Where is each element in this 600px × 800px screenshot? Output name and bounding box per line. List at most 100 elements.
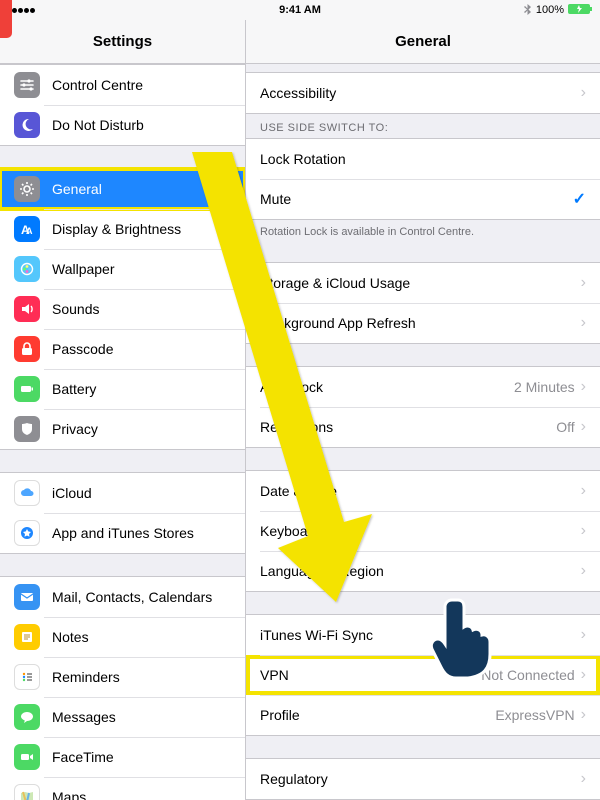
cell-label: Auto-Lock <box>260 379 514 395</box>
mail-icon <box>14 584 40 610</box>
battery-percentage: 100% <box>536 4 564 16</box>
svg-text:A: A <box>26 226 33 236</box>
cell-restrictions[interactable]: RestrictionsOff › <box>246 407 600 447</box>
sidebar-item-reminders[interactable]: Reminders <box>0 657 245 697</box>
checkmark-icon: ✓ <box>573 189 586 209</box>
sidebar-item-dnd[interactable]: Do Not Disturb <box>0 105 245 145</box>
chevron-right-icon: › <box>581 563 586 579</box>
chevron-right-icon: › <box>581 419 586 435</box>
reminders-icon <box>14 664 40 690</box>
icloud-icon <box>14 480 40 506</box>
sidebar-item-label: Privacy <box>52 421 231 437</box>
battery-icon <box>14 376 40 402</box>
cell-profile[interactable]: ProfileExpressVPN › <box>246 695 600 735</box>
sidebar-title: Settings <box>0 20 245 64</box>
cell-language-region[interactable]: Language & Region› <box>246 551 600 591</box>
passcode-icon <box>14 336 40 362</box>
cell-label: Lock Rotation <box>260 151 586 167</box>
sidebar-item-wallpaper[interactable]: Wallpaper <box>0 249 245 289</box>
cell-date-time[interactable]: Date & Time› <box>246 471 600 511</box>
sidebar-item-label: FaceTime <box>52 749 231 765</box>
sidebar-item-label: Notes <box>52 629 231 645</box>
chevron-right-icon: › <box>581 523 586 539</box>
detail-title: General <box>246 20 600 64</box>
sidebar-item-label: Control Centre <box>52 77 231 93</box>
display-icon: AA <box>14 216 40 242</box>
sidebar-item-general[interactable]: General <box>0 169 245 209</box>
cell-itunes-wi-fi-sync[interactable]: iTunes Wi-Fi Sync› <box>246 615 600 655</box>
sidebar-item-mail[interactable]: Mail, Contacts, Calendars <box>0 577 245 617</box>
appstore-icon <box>14 520 40 546</box>
cell-label: Profile <box>260 707 495 723</box>
cell-label: Restrictions <box>260 419 556 435</box>
sidebar-item-passcode[interactable]: Passcode <box>0 329 245 369</box>
sidebar-item-label: Messages <box>52 709 231 725</box>
sidebar-item-appstore[interactable]: App and iTunes Stores <box>0 513 245 553</box>
sidebar-item-facetime[interactable]: FaceTime <box>0 737 245 777</box>
dnd-icon <box>14 112 40 138</box>
chevron-right-icon: › <box>581 275 586 291</box>
chevron-right-icon: › <box>581 85 586 101</box>
chevron-right-icon: › <box>581 483 586 499</box>
sidebar-item-battery[interactable]: Battery <box>0 369 245 409</box>
cell-label: Regulatory <box>260 771 581 787</box>
chevron-right-icon: › <box>581 627 586 643</box>
privacy-icon <box>14 416 40 442</box>
sidebar-item-label: Mail, Contacts, Calendars <box>52 589 231 605</box>
cell-label: Background App Refresh <box>260 315 581 331</box>
cell-background-app-refresh[interactable]: Background App Refresh› <box>246 303 600 343</box>
chevron-right-icon: › <box>581 667 586 683</box>
cell-value: Off <box>556 419 574 435</box>
facetime-icon <box>14 744 40 770</box>
sidebar-item-privacy[interactable]: Privacy <box>0 409 245 449</box>
cell-vpn[interactable]: VPNNot Connected› <box>246 655 600 695</box>
control-centre-icon <box>14 72 40 98</box>
cell-storage-icloud-usage[interactable]: Storage & iCloud Usage› <box>246 263 600 303</box>
sidebar-item-control-centre[interactable]: Control Centre <box>0 65 245 105</box>
sidebar-item-messages[interactable]: Messages <box>0 697 245 737</box>
cell-accessibility[interactable]: Accessibility› <box>246 73 600 113</box>
cell-auto-lock[interactable]: Auto-Lock2 Minutes › <box>246 367 600 407</box>
chevron-right-icon: › <box>581 315 586 331</box>
maps-icon <box>14 784 40 800</box>
general-icon <box>14 176 40 202</box>
cell-regulatory[interactable]: Regulatory› <box>246 759 600 799</box>
cell-mute[interactable]: Mute✓ <box>246 179 600 219</box>
cell-label: Language & Region <box>260 563 581 579</box>
sidebar-item-label: Wallpaper <box>52 261 231 277</box>
sidebar-item-label: Sounds <box>52 301 231 317</box>
sidebar-item-label: Display & Brightness <box>52 221 231 237</box>
pointer-hand-icon <box>430 594 496 680</box>
cell-keyboard[interactable]: Keyboard› <box>246 511 600 551</box>
sidebar-item-icloud[interactable]: iCloud <box>0 473 245 513</box>
battery-icon <box>568 3 594 18</box>
sidebar-item-maps[interactable]: Maps <box>0 777 245 800</box>
status-time: 9:41 AM <box>279 4 321 16</box>
wallpaper-icon <box>14 256 40 282</box>
cell-value: 2 Minutes <box>514 379 575 395</box>
messages-icon <box>14 704 40 730</box>
cell-label: iTunes Wi-Fi Sync <box>260 627 581 643</box>
cell-label: Keyboard <box>260 523 581 539</box>
cell-lock-rotation[interactable]: Lock Rotation <box>246 139 600 179</box>
cell-label: Storage & iCloud Usage <box>260 275 581 291</box>
sounds-icon <box>14 296 40 322</box>
sidebar-item-label: Passcode <box>52 341 231 357</box>
sidebar-item-label: General <box>52 181 231 197</box>
sidebar-item-label: Do Not Disturb <box>52 117 231 133</box>
section-header: USE SIDE SWITCH TO: <box>246 114 600 138</box>
chevron-right-icon: › <box>581 771 586 787</box>
chevron-right-icon: › <box>581 379 586 395</box>
annotation-tab <box>0 0 12 38</box>
sidebar-item-sounds[interactable]: Sounds <box>0 289 245 329</box>
sidebar-item-display[interactable]: AA Display & Brightness <box>0 209 245 249</box>
cell-value: ExpressVPN <box>495 707 574 723</box>
bluetooth-icon <box>524 4 532 16</box>
cell-label: Mute <box>260 191 573 207</box>
chevron-right-icon: › <box>581 707 586 723</box>
sidebar-item-label: Maps <box>52 789 231 800</box>
sidebar-item-notes[interactable]: Notes <box>0 617 245 657</box>
cell-label: Accessibility <box>260 85 581 101</box>
cell-label: Date & Time <box>260 483 581 499</box>
notes-icon <box>14 624 40 650</box>
